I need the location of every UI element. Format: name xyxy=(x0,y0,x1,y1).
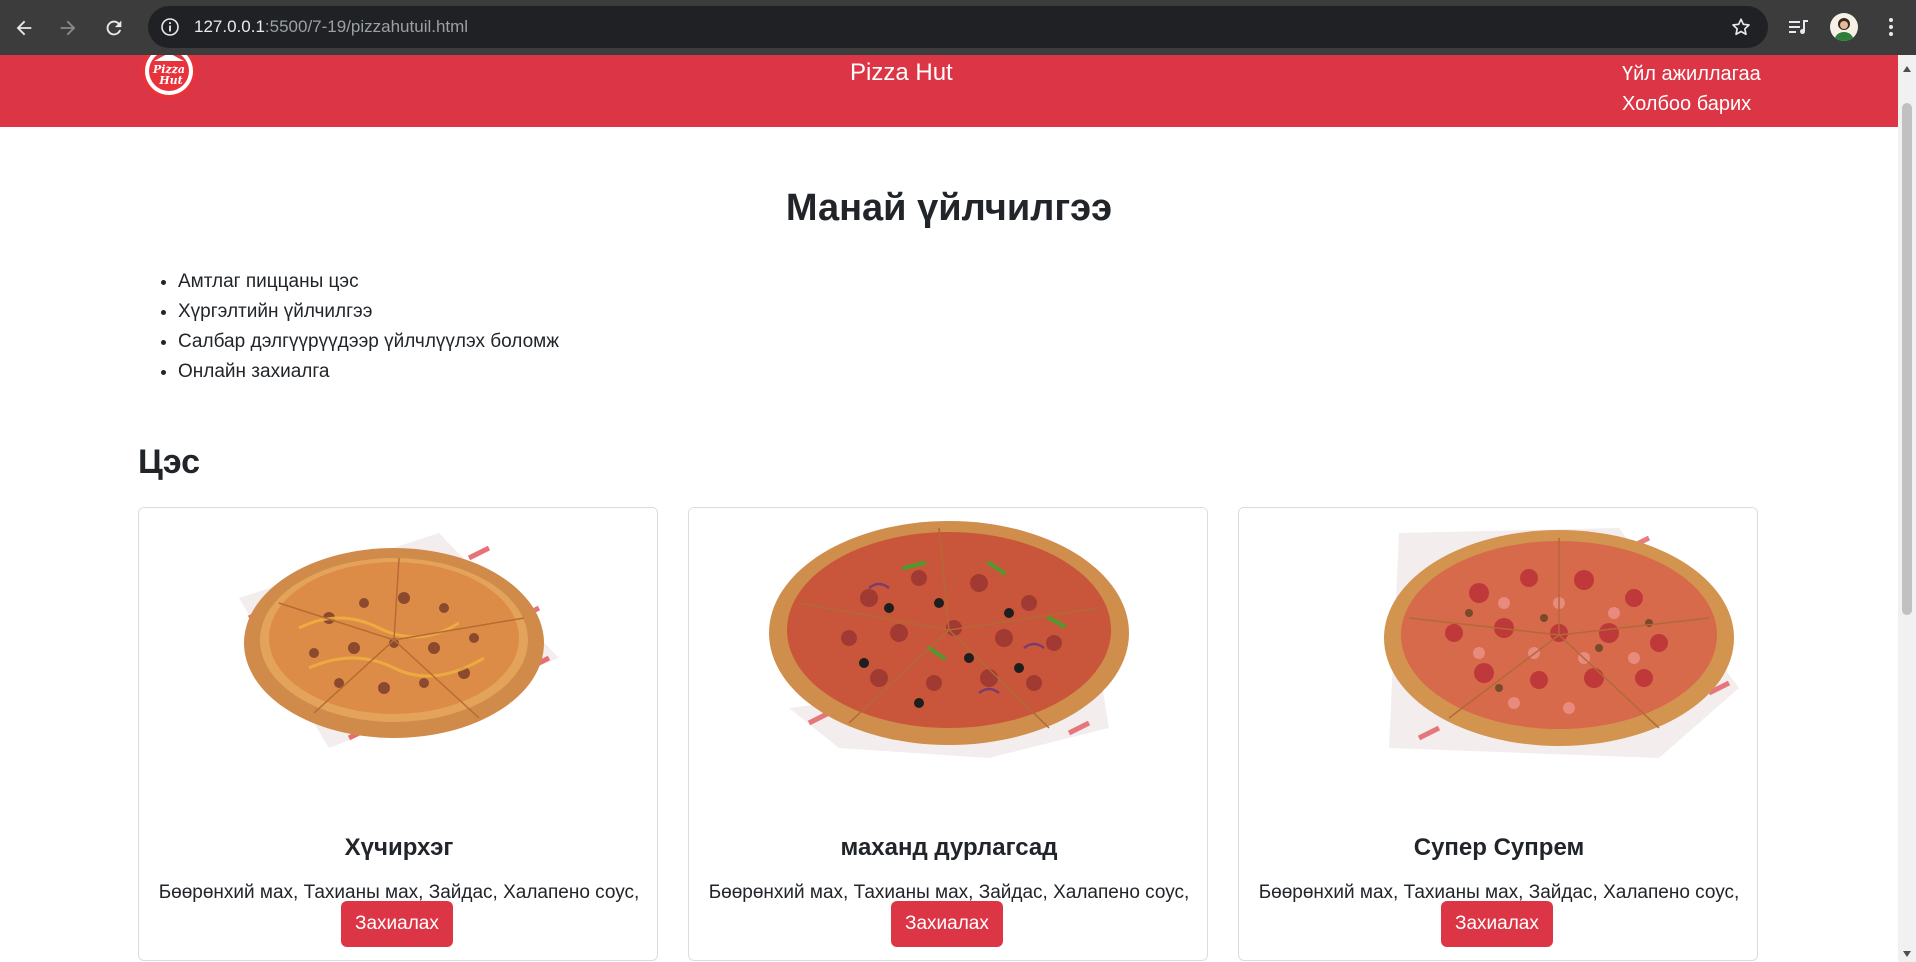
scrollbar-thumb[interactable] xyxy=(1902,103,1912,615)
address-bar[interactable]: 127.0.0.1:5500/7-19/pizzahutuil.html xyxy=(148,6,1768,48)
site-info-icon[interactable] xyxy=(160,17,180,37)
bookmark-star-icon[interactable] xyxy=(1730,16,1752,38)
reload-icon[interactable] xyxy=(96,10,132,46)
list-item: Салбар дэлгүүрүүдээр үйлчлүүлэх боломж xyxy=(178,327,559,357)
list-item: Хүргэлтийн үйлчилгээ xyxy=(178,297,559,327)
nav-link-operations[interactable]: Үйл ажиллагаа xyxy=(1622,59,1761,89)
svg-text:Hut: Hut xyxy=(158,74,182,87)
browser-toolbar: 127.0.0.1:5500/7-19/pizzahutuil.html xyxy=(0,0,1916,55)
forward-icon[interactable] xyxy=(50,10,86,46)
menu-heading: Цэс xyxy=(138,443,201,481)
nav-link-contact[interactable]: Холбоо барих xyxy=(1622,89,1761,119)
order-button[interactable]: Захиалах xyxy=(1441,901,1553,947)
pizza-hut-logo[interactable]: Pizza Hut xyxy=(140,55,198,101)
menu-card: Супер Супрем Бөөрөнхий мах, Тахианы мах,… xyxy=(1238,507,1758,961)
list-item: Онлайн захиалга xyxy=(178,357,559,387)
menu-card: Хүчирхэг Бөөрөнхий мах, Тахианы мах, Зай… xyxy=(138,507,658,961)
site-header: Pizza Hut Pizza Hut Үйл ажиллагаа Холбоо… xyxy=(0,55,1898,127)
list-item: Амтлаг пиццаны цэс xyxy=(178,267,559,297)
site-title: Pizza Hut xyxy=(850,59,953,86)
pizza-image xyxy=(1239,508,1757,780)
pizza-name: Хүчирхэг xyxy=(344,834,454,861)
back-icon[interactable] xyxy=(6,10,42,46)
page-viewport: Pizza Hut Pizza Hut Үйл ажиллагаа Холбоо… xyxy=(0,55,1898,962)
url-text[interactable]: 127.0.0.1:5500/7-19/pizzahutuil.html xyxy=(194,17,468,37)
url-host: 127.0.0.1 xyxy=(194,17,265,36)
media-queue-icon[interactable] xyxy=(1786,14,1812,40)
pizza-image xyxy=(689,508,1207,780)
pizza-name: маханд дурлагсад xyxy=(840,834,1058,861)
more-menu-icon[interactable] xyxy=(1878,14,1904,40)
header-nav: Үйл ажиллагаа Холбоо барих xyxy=(1622,59,1761,119)
scroll-down-icon[interactable] xyxy=(1902,946,1912,957)
order-button[interactable]: Захиалах xyxy=(341,901,453,947)
profile-avatar[interactable] xyxy=(1830,13,1858,41)
page-scrollbar[interactable] xyxy=(1898,55,1916,962)
order-button[interactable]: Захиалах xyxy=(891,901,1003,947)
url-path: :5500/7-19/pizzahutuil.html xyxy=(264,17,469,36)
services-list: Амтлаг пиццаны цэс Хүргэлтийн үйлчилгээ … xyxy=(178,267,559,387)
menu-cards: Хүчирхэг Бөөрөнхий мах, Тахианы мах, Зай… xyxy=(138,507,1758,962)
services-heading: Манай үйлчилгээ xyxy=(785,187,1113,229)
menu-card: маханд дурлагсад Бөөрөнхий мах, Тахианы … xyxy=(688,507,1208,961)
pizza-name: Супер Супрем xyxy=(1413,834,1585,861)
scroll-up-icon[interactable] xyxy=(1902,61,1912,72)
pizza-image xyxy=(139,508,657,780)
